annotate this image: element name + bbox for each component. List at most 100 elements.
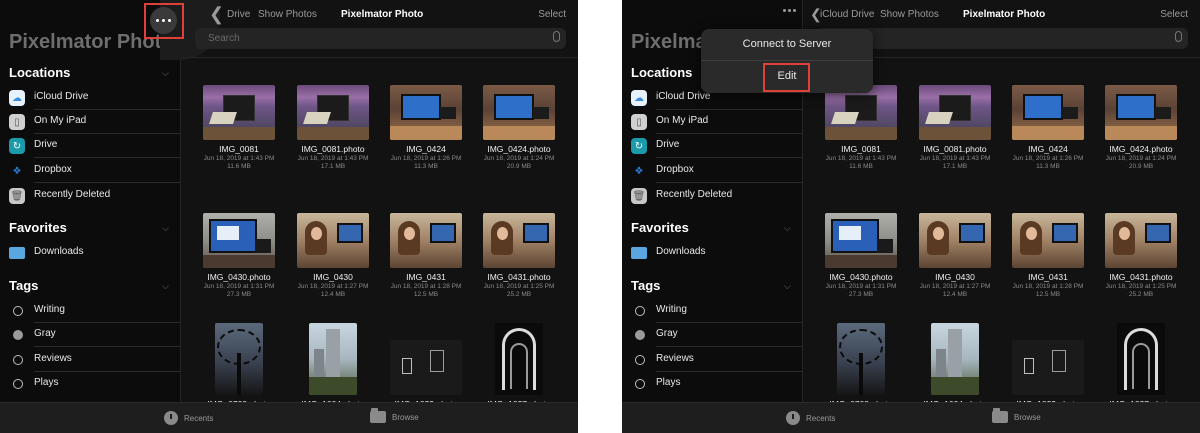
tab-recents[interactable]: Recents — [786, 411, 835, 425]
chevron-down-icon[interactable]: ⌵ — [784, 223, 791, 234]
tag-dot-icon — [635, 306, 645, 316]
sidebar-item-label: Recently Deleted — [34, 189, 111, 200]
tab-browse[interactable]: Browse — [370, 408, 419, 423]
sidebar-item-tag-reviews[interactable]: Reviews — [622, 348, 802, 372]
show-photos-button[interactable]: Show Photos — [880, 9, 939, 20]
file-tile[interactable]: IMG_1004.photo — [286, 323, 380, 409]
divider — [656, 157, 802, 158]
sidebar-item-label: Drive — [656, 139, 680, 150]
file-tile[interactable]: IMG_0081.photo Jun 18, 2019 at 1:43 PM 1… — [286, 68, 380, 170]
chevron-down-icon[interactable]: ⌵ — [162, 223, 169, 234]
file-tile[interactable]: IMG_0424.photo Jun 18, 2019 at 1:24 PM 2… — [472, 68, 566, 170]
file-date: Jun 18, 2019 at 1:27 PM — [919, 283, 991, 290]
file-thumbnail — [919, 213, 991, 268]
file-date: Jun 18, 2019 at 1:26 PM — [1012, 155, 1084, 162]
sidebar-item-dropbox[interactable]: ❖ Dropbox — [622, 159, 802, 183]
sidebar-item-tag-writing[interactable]: Writing — [622, 299, 802, 323]
file-tile[interactable]: IMG_0431 Jun 18, 2019 at 1:28 PM 12.5 MB — [1001, 196, 1095, 298]
file-tile[interactable]: IMG_0424 Jun 18, 2019 at 1:26 PM 11.3 MB — [1001, 68, 1095, 170]
sidebar-item-icloud-drive[interactable]: ☁ iCloud Drive — [0, 86, 180, 110]
sidebar-item-recently-deleted[interactable]: 🗑 Recently Deleted — [0, 184, 180, 208]
file-tile[interactable]: IMG_0081.photo Jun 18, 2019 at 1:43 PM 1… — [908, 68, 1002, 170]
file-name: IMG_0081.photo — [301, 144, 365, 154]
divider — [34, 346, 180, 347]
file-tile[interactable]: IMG_1827.photo — [1094, 323, 1188, 409]
file-tile[interactable]: IMG_0708.photo — [814, 323, 908, 409]
file-thumbnail — [1012, 213, 1084, 268]
sidebar-item-dropbox[interactable]: ❖ Dropbox — [0, 159, 180, 183]
file-name: IMG_0424 — [406, 144, 446, 154]
chevron-down-icon[interactable]: ⌵ — [162, 281, 169, 292]
divider — [181, 57, 578, 58]
file-tile[interactable]: IMG_1823.photo — [1001, 323, 1095, 409]
tab-recents[interactable]: Recents — [164, 411, 213, 425]
select-button[interactable]: Select — [538, 9, 566, 20]
file-tile[interactable]: IMG_0430 Jun 18, 2019 at 1:27 PM 12.4 MB — [908, 196, 1002, 298]
sidebar-item-tag-plays[interactable]: Plays — [622, 372, 802, 396]
back-chevron-icon[interactable]: ❮ — [209, 4, 224, 25]
file-thumbnail — [297, 213, 369, 268]
select-button[interactable]: Select — [1160, 9, 1188, 20]
tab-bar: Recents Browse — [0, 402, 578, 433]
highlight-annotation — [763, 63, 810, 92]
file-size: 11.6 MB — [849, 163, 873, 170]
file-date: Jun 18, 2019 at 1:24 PM — [1105, 155, 1177, 162]
file-name: IMG_0431 — [1028, 272, 1068, 282]
file-tile[interactable]: IMG_0430.photo Jun 18, 2019 at 1:31 PM 2… — [192, 196, 286, 298]
divider — [701, 60, 873, 61]
sidebar-item-downloads[interactable]: Downloads — [0, 241, 180, 265]
file-tile[interactable]: IMG_0424 Jun 18, 2019 at 1:26 PM 11.3 MB — [379, 68, 473, 170]
file-tile[interactable]: IMG_0431.photo Jun 18, 2019 at 1:25 PM 2… — [472, 196, 566, 298]
file-size: 12.4 MB — [942, 291, 968, 298]
file-thumbnail — [1117, 323, 1165, 395]
locations-header: Locations — [631, 65, 693, 80]
back-button[interactable]: iCloud Drive — [820, 9, 874, 20]
file-thumbnail — [483, 213, 555, 268]
file-tile[interactable]: IMG_0431 Jun 18, 2019 at 1:28 PM 12.5 MB — [379, 196, 473, 298]
file-tile[interactable]: IMG_0708.photo — [192, 323, 286, 409]
connect-to-server-menu-item[interactable]: Connect to Server — [701, 38, 873, 50]
drive-icon: ↻ — [9, 138, 25, 154]
ipad-icon: ▯ — [9, 114, 25, 130]
file-name: IMG_0424.photo — [487, 144, 551, 154]
tab-label: Browse — [392, 412, 419, 422]
sidebar-item-tag-gray[interactable]: Gray — [622, 323, 802, 347]
sidebar-item-tag-reviews[interactable]: Reviews — [0, 348, 180, 372]
file-tile[interactable]: IMG_1004.photo — [908, 323, 1002, 409]
search-input[interactable]: Search — [195, 28, 566, 49]
file-tile[interactable]: IMG_0430.photo Jun 18, 2019 at 1:31 PM 2… — [814, 196, 908, 298]
microphone-icon[interactable] — [553, 31, 560, 42]
sidebar-item-label: Writing — [656, 304, 687, 315]
file-tile[interactable]: IMG_1823.photo — [379, 323, 473, 409]
tag-dot-icon — [13, 355, 23, 365]
more-options-button[interactable] — [783, 9, 796, 12]
sidebar-item-label: On My iPad — [34, 115, 87, 126]
microphone-icon[interactable] — [1175, 31, 1182, 42]
sidebar-item-tag-writing[interactable]: Writing — [0, 299, 180, 323]
back-button[interactable]: Drive — [227, 9, 250, 20]
sidebar-item-on-my-ipad[interactable]: ▯ On My iPad — [0, 110, 180, 134]
sidebar-item-tag-gray[interactable]: Gray — [0, 323, 180, 347]
sidebar-item-tag-plays[interactable]: Plays — [0, 372, 180, 396]
file-date: Jun 18, 2019 at 1:28 PM — [390, 283, 462, 290]
tab-bar: Recents Browse — [622, 402, 1200, 433]
sidebar-item-recently-deleted[interactable]: 🗑 Recently Deleted — [622, 184, 802, 208]
file-tile[interactable]: IMG_1827.photo — [472, 323, 566, 409]
sidebar-item-downloads[interactable]: Downloads — [622, 241, 802, 265]
file-date: Jun 18, 2019 at 1:26 PM — [390, 155, 462, 162]
tag-dot-icon — [13, 330, 23, 340]
trash-icon: 🗑 — [631, 188, 647, 204]
file-tile[interactable]: IMG_0081 Jun 18, 2019 at 1:43 PM 11.6 MB — [192, 68, 286, 170]
show-photos-button[interactable]: Show Photos — [258, 9, 317, 20]
tab-browse[interactable]: Browse — [992, 408, 1041, 423]
file-tile[interactable]: IMG_0424.photo Jun 18, 2019 at 1:24 PM 2… — [1094, 68, 1188, 170]
icloud-icon: ☁ — [9, 90, 25, 106]
more-icon-dot — [793, 9, 796, 12]
sidebar-item-drive[interactable]: ↻ Drive — [0, 134, 180, 158]
chevron-down-icon[interactable]: ⌵ — [162, 68, 169, 79]
file-tile[interactable]: IMG_0431.photo Jun 18, 2019 at 1:25 PM 2… — [1094, 196, 1188, 298]
sidebar-item-on-my-ipad[interactable]: ▯ On My iPad — [622, 110, 802, 134]
chevron-down-icon[interactable]: ⌵ — [784, 281, 791, 292]
file-tile[interactable]: IMG_0430 Jun 18, 2019 at 1:27 PM 12.4 MB — [286, 196, 380, 298]
sidebar-item-drive[interactable]: ↻ Drive — [622, 134, 802, 158]
